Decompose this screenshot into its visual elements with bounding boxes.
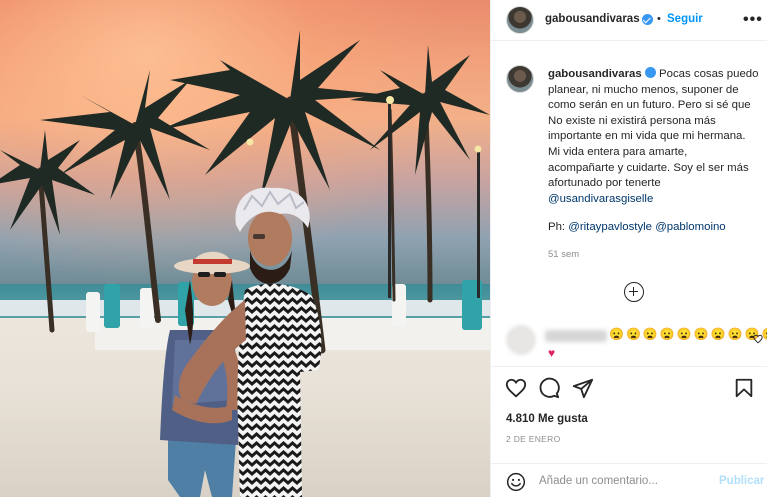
follow-button[interactable]: Seguir <box>667 13 703 25</box>
add-comment-row: Publicar <box>491 463 767 497</box>
caption-verified-badge-icon <box>644 67 656 78</box>
comment-emojis: 😦😦😦😦😦😦😦😦😦😦 <box>609 327 767 341</box>
paper-plane-icon[interactable] <box>572 377 594 399</box>
heart-icon[interactable] <box>505 377 527 399</box>
smiley-icon[interactable] <box>506 472 526 492</box>
header-username[interactable]: gabousandivaras <box>545 13 640 25</box>
header-separator: • <box>657 13 661 25</box>
red-heart-icon: ♥ <box>548 346 556 360</box>
publish-button[interactable]: Publicar <box>719 475 764 487</box>
photo-credit-prefix: Ph: <box>548 221 566 233</box>
caption-time-ago: 51 sem <box>548 249 580 260</box>
caption-text-line: Pocas cosas puedo <box>659 68 759 80</box>
comment-username-blurred <box>545 330 607 342</box>
caption-first-line: gabousandivaras Pocas cosas puedo <box>548 67 760 83</box>
add-comment-input[interactable] <box>539 470 709 492</box>
photo-credit-mention-1[interactable]: @ritaypavlostyle <box>568 221 652 233</box>
caption-text-line: Mi vida entera para amarte, <box>548 145 688 158</box>
comment-like-heart-icon[interactable] <box>753 334 763 344</box>
comment-avatar[interactable] <box>506 325 536 355</box>
more-options-icon[interactable]: ••• <box>743 11 763 29</box>
caption-text-line: planear, ni mucho menos, suponer de <box>548 83 739 96</box>
post-header: gabousandivaras • Seguir ••• <box>491 0 767 41</box>
caption-text-line: importante en mi vida que mi hermana. <box>548 130 746 143</box>
verified-badge-icon <box>642 14 653 25</box>
action-bar <box>491 366 767 406</box>
comment-bubble-icon[interactable] <box>538 377 560 399</box>
caption-text-line: como serán en un futuro. Pero si sé que <box>548 99 751 112</box>
comment-row: ♥ 😦😦😦😦😦😦😦😦😦😦 <box>491 322 767 362</box>
caption-username[interactable]: gabousandivaras <box>548 68 642 80</box>
likes-count[interactable]: 4.810 Me gusta <box>506 413 588 425</box>
post-photo[interactable] <box>0 0 490 497</box>
caption-text-line: acompañarte y cuidarte. Soy el ser más <box>548 161 749 174</box>
plus-circle-icon[interactable] <box>624 282 644 302</box>
photo-credit-mention-2[interactable]: @pablomoino <box>655 221 725 233</box>
caption-text-line: No existe ni existirá persona más <box>548 114 716 127</box>
avatar[interactable] <box>506 6 534 34</box>
photo-credit: Ph: @ritaypavlostyle @pablomoino <box>548 221 726 233</box>
post-sidebar: gabousandivaras • Seguir ••• gabousandiv… <box>490 0 767 497</box>
bookmark-icon[interactable] <box>733 377 755 399</box>
photo-scene <box>0 30 490 497</box>
caption-avatar[interactable] <box>506 65 534 93</box>
caption-mention-link[interactable]: @usandivarasgiselle <box>548 192 760 208</box>
caption: gabousandivaras Pocas cosas puedo planea… <box>548 67 760 207</box>
caption-text-line: afortunado por tenerte <box>548 177 661 190</box>
post-date: 2 DE ENERO <box>506 434 561 444</box>
